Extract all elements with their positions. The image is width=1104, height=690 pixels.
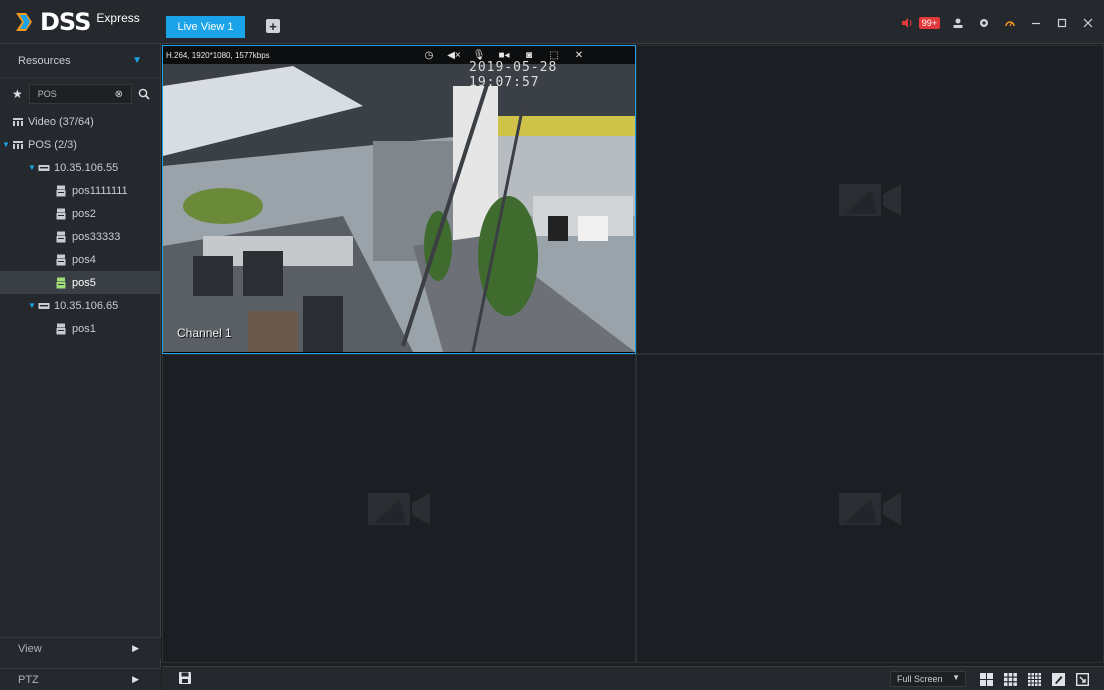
- pos-terminal-online-icon: [56, 277, 66, 288]
- device-icon: [38, 302, 50, 309]
- pos-terminal-icon: [56, 208, 66, 219]
- tree-item-video[interactable]: Video (37/64): [0, 110, 160, 133]
- pos-terminal-icon: [56, 185, 66, 196]
- stream-info: H.264, 1920*1080, 1577kbps: [166, 50, 270, 60]
- video-window-4[interactable]: [636, 354, 1104, 663]
- chevron-right-icon[interactable]: ▶: [132, 674, 139, 685]
- minimize-icon[interactable]: [1028, 15, 1044, 31]
- expand-arrow-icon[interactable]: ▼: [2, 140, 12, 149]
- layout-4-split-icon[interactable]: [978, 671, 994, 687]
- video-window-3[interactable]: [162, 354, 636, 663]
- empty-camera-icon: [368, 492, 430, 525]
- video-window-2[interactable]: [636, 45, 1104, 354]
- search-box: ⊗: [28, 84, 132, 104]
- tree-item-label: POS (2/3): [28, 138, 77, 151]
- tree-item-label: pos1111111: [72, 184, 128, 197]
- bottom-toolbar: Full Screen ▼: [162, 666, 1104, 690]
- pos-terminal-icon: [56, 323, 66, 334]
- tree-item-label: pos33333: [72, 230, 121, 243]
- tree-item-pos-group[interactable]: ▼ POS (2/3): [0, 133, 160, 156]
- performance-gauge-icon[interactable]: [1002, 15, 1018, 31]
- tree-item-device-10-35-106-55[interactable]: ▼ 10.35.106.55: [0, 156, 160, 179]
- logo-title: DSS: [40, 8, 91, 36]
- tree-item-label: 10.35.106.65: [54, 299, 119, 312]
- tree-item-pos-channel[interactable]: pos4: [0, 248, 160, 271]
- tree-item-pos-channel[interactable]: pos33333: [0, 225, 160, 248]
- tree-item-label: Video (37/64): [28, 115, 94, 128]
- video-window-1[interactable]: H.264, 1920*1080, 1577kbps ◷ ◀× 🎙 ■◂ ◙ ⬚…: [162, 45, 636, 354]
- add-tab-button[interactable]: +: [266, 19, 280, 33]
- layout-9-split-icon[interactable]: [1002, 671, 1018, 687]
- chevron-down-icon[interactable]: ▼: [952, 673, 960, 682]
- search-input[interactable]: [37, 89, 115, 99]
- search-row: ★ ⊗: [0, 78, 160, 110]
- chevron-down-icon[interactable]: ▼: [132, 55, 142, 66]
- tree-item-label: pos1: [72, 322, 96, 335]
- layout-16-split-icon[interactable]: [1026, 671, 1042, 687]
- fullscreen-icon[interactable]: [1074, 671, 1090, 687]
- save-view-icon[interactable]: [178, 671, 192, 685]
- tree-item-device-10-35-106-65[interactable]: ▼ 10.35.106.65: [0, 294, 160, 317]
- empty-camera-icon: [839, 492, 901, 525]
- resource-sidebar: Resources ▼ ★ ⊗ Video (37/64) ▼ POS (2/3…: [0, 44, 161, 690]
- settings-gear-icon[interactable]: [976, 15, 992, 31]
- alarm-count-badge[interactable]: 99+: [918, 17, 940, 29]
- logo-mark-icon: [16, 13, 32, 31]
- tree-item-pos-channel[interactable]: pos1: [0, 317, 160, 340]
- ptz-label: PTZ: [18, 673, 39, 686]
- tab-live-view-1[interactable]: Live View 1: [166, 16, 245, 38]
- logo-subtitle: Express: [96, 11, 140, 25]
- fullscreen-mode-label: Full Screen: [897, 674, 943, 684]
- app-logo: DSS Express: [14, 8, 140, 36]
- pos-terminal-icon: [56, 254, 66, 265]
- layout-switcher: [978, 671, 1090, 687]
- tree-item-pos-channel[interactable]: pos2: [0, 202, 160, 225]
- resources-label: Resources: [18, 54, 71, 67]
- tree-item-label: 10.35.106.55: [54, 161, 119, 174]
- channel-group-icon: [13, 117, 23, 126]
- tree-item-pos-channel-selected[interactable]: pos5: [0, 271, 160, 294]
- tree-item-pos-channel[interactable]: pos1111111: [0, 179, 160, 202]
- fullscreen-mode-select[interactable]: Full Screen ▼: [890, 671, 966, 687]
- favorite-star-icon[interactable]: ★: [12, 87, 23, 101]
- title-bar: DSS Express Live View 1 + 99+: [0, 0, 1104, 44]
- empty-camera-icon: [839, 183, 901, 216]
- clear-search-icon[interactable]: ⊗: [115, 89, 123, 100]
- pos-terminal-icon: [56, 231, 66, 242]
- channel-group-icon: [13, 140, 23, 149]
- search-icon[interactable]: [138, 88, 150, 100]
- window-controls: 99+: [899, 14, 1096, 32]
- maximize-icon[interactable]: [1054, 15, 1070, 31]
- view-section-toggle[interactable]: View ▶: [0, 637, 161, 659]
- resources-header[interactable]: Resources ▼: [0, 44, 160, 78]
- expand-arrow-icon[interactable]: ▼: [28, 301, 38, 310]
- mute-audio-icon[interactable]: ◀×: [446, 47, 462, 63]
- dss-express-window: DSS Express Live View 1 + 99+ Resources …: [0, 0, 1104, 690]
- tree-item-label: pos5: [72, 276, 96, 289]
- device-icon: [38, 164, 50, 171]
- live-video-frame: [163, 46, 635, 352]
- custom-layout-icon[interactable]: [1050, 671, 1066, 687]
- view-label: View: [18, 642, 42, 655]
- video-timestamp: 2019-05-28 19:07:57: [469, 60, 558, 90]
- ptz-section-toggle[interactable]: PTZ ▶: [0, 668, 161, 690]
- live-view-grid: H.264, 1920*1080, 1577kbps ◷ ◀× 🎙 ■◂ ◙ ⬚…: [162, 45, 1104, 663]
- chevron-right-icon[interactable]: ▶: [132, 643, 139, 654]
- device-tree: Video (37/64) ▼ POS (2/3) ▼ 10.35.106.55…: [0, 110, 160, 340]
- expand-arrow-icon[interactable]: ▼: [28, 163, 38, 172]
- tree-item-label: pos4: [72, 253, 96, 266]
- user-icon[interactable]: [950, 15, 966, 31]
- close-icon[interactable]: [1080, 15, 1096, 31]
- channel-name-overlay: Channel 1: [177, 326, 232, 340]
- alarm-sound-icon[interactable]: [899, 15, 915, 31]
- playback-icon[interactable]: ◷: [421, 47, 437, 63]
- tree-item-label: pos2: [72, 207, 96, 220]
